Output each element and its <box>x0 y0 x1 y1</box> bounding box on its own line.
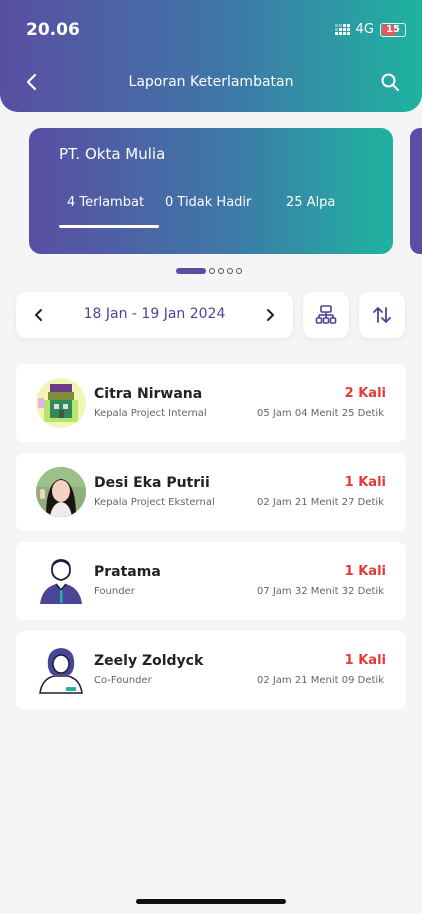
date-range-selector: 18 Jan - 19 Jan 2024 <box>16 292 293 338</box>
employee-role: Kepala Project Internal <box>94 408 207 419</box>
employee-role: Co-Founder <box>94 675 152 686</box>
late-duration: 02 Jam 21 Menit 27 Detik <box>256 497 384 508</box>
avatar <box>36 378 86 428</box>
employee-name: Citra Nirwana <box>94 386 203 402</box>
employee-row[interactable]: Zeely Zoldyck Co-Founder 1 Kali 02 Jam 2… <box>16 631 406 709</box>
late-count: 2 Kali <box>344 386 386 401</box>
pagination-dot[interactable] <box>227 268 233 274</box>
stat-absent[interactable]: 0 Tidak Hadir <box>165 195 251 210</box>
employee-name: Pratama <box>94 564 161 580</box>
next-summary-card[interactable] <box>410 128 422 254</box>
sort-arrows-icon <box>373 307 391 323</box>
late-duration: 02 Jam 21 Menit 09 Detik <box>256 675 384 686</box>
employee-name: Zeely Zoldyck <box>94 653 204 669</box>
employee-row[interactable]: Pratama Founder 1 Kali 07 Jam 32 Menit 3… <box>16 542 406 620</box>
hierarchy-icon <box>315 305 337 324</box>
chevron-right-icon[interactable] <box>261 306 279 324</box>
pagination-dot-active[interactable] <box>176 268 206 274</box>
late-duration: 07 Jam 32 Menit 32 Detik <box>256 586 384 597</box>
avatar <box>36 556 86 606</box>
network-label: 4G <box>355 22 374 37</box>
page-title: Laporan Keterlambatan <box>128 74 294 90</box>
male-illustration-avatar-icon <box>36 556 86 606</box>
photo-avatar-icon <box>36 467 86 517</box>
sort-button[interactable] <box>359 292 405 338</box>
employee-name: Desi Eka Putrii <box>94 475 210 491</box>
signal-icon <box>334 24 350 35</box>
stat-alpa[interactable]: 25 Alpa <box>286 195 335 210</box>
late-duration: 05 Jam 04 Menit 25 Detik <box>256 408 384 419</box>
late-count: 1 Kali <box>344 653 386 668</box>
employee-role: Founder <box>94 586 135 597</box>
carousel-pagination <box>176 268 242 274</box>
app-header: 20.06 4G 15 Laporan Keterlambatan <box>0 0 422 112</box>
avatar <box>36 645 86 695</box>
status-indicators: 4G 15 <box>334 22 406 37</box>
late-count: 1 Kali <box>344 475 386 490</box>
pagination-dot[interactable] <box>236 268 242 274</box>
home-indicator <box>136 899 286 904</box>
female-illustration-avatar-icon <box>36 645 86 695</box>
late-count: 1 Kali <box>344 564 386 579</box>
employee-role: Kepala Project Eksternal <box>94 497 215 508</box>
date-range-label[interactable]: 18 Jan - 19 Jan 2024 <box>16 306 293 322</box>
search-icon[interactable] <box>380 72 400 92</box>
stat-late[interactable]: 4 Terlambat <box>67 195 144 210</box>
employee-row[interactable]: Citra Nirwana Kepala Project Internal 2 … <box>16 364 406 442</box>
employee-row[interactable]: Desi Eka Putrii Kepala Project Eksternal… <box>16 453 406 531</box>
avatar <box>36 467 86 517</box>
org-structure-button[interactable] <box>303 292 349 338</box>
pagination-dot[interactable] <box>209 268 215 274</box>
battery-icon: 15 <box>380 22 406 37</box>
summary-card[interactable]: PT. Okta Mulia 4 Terlambat 0 Tidak Hadir… <box>29 128 393 254</box>
status-time: 20.06 <box>26 20 80 40</box>
active-tab-indicator <box>59 225 159 228</box>
company-name: PT. Okta Mulia <box>59 145 166 163</box>
battery-level: 15 <box>386 24 400 35</box>
pagination-dot[interactable] <box>218 268 224 274</box>
pixel-house-avatar-icon <box>36 378 86 428</box>
